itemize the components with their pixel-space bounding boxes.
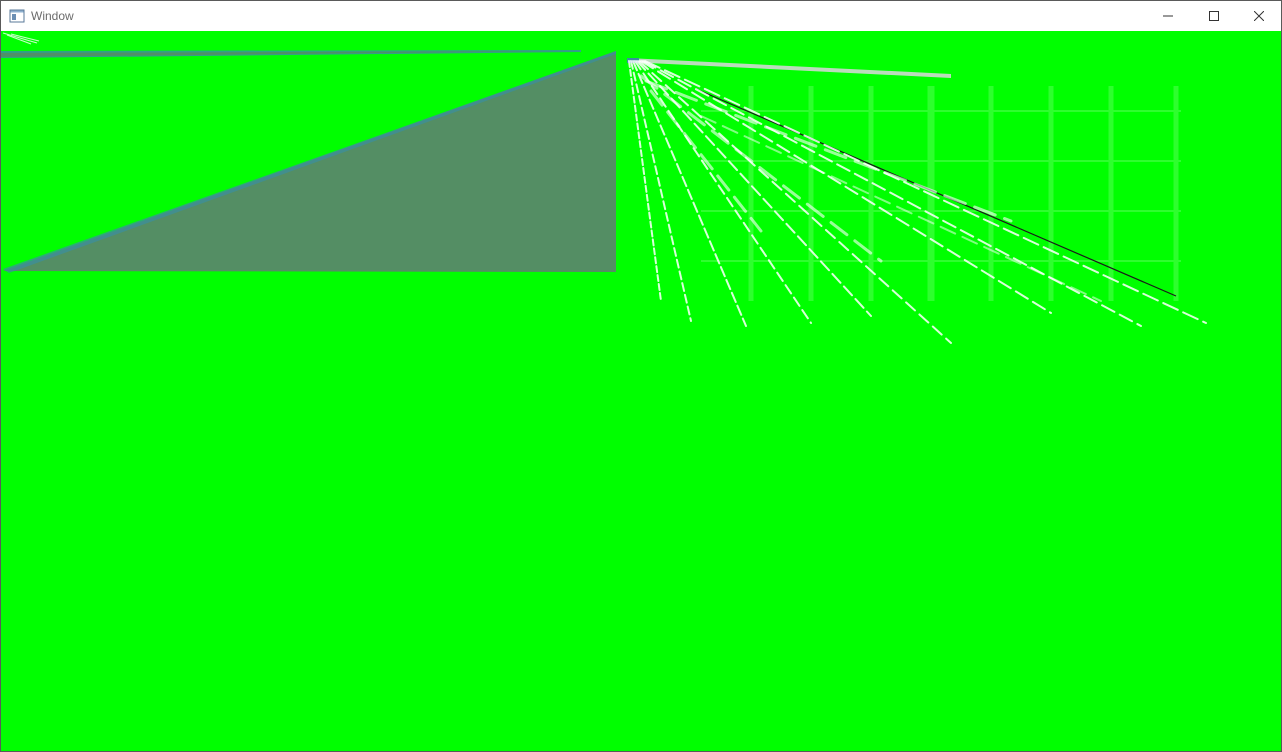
app-window: Window (0, 0, 1282, 752)
corner-speckles (2, 32, 40, 45)
minimize-button[interactable] (1145, 1, 1191, 31)
window-title: Window (31, 9, 74, 23)
title-bar[interactable]: Window (1, 1, 1281, 31)
maximize-icon (1209, 11, 1219, 21)
faint-grid (701, 86, 1181, 301)
close-button[interactable] (1236, 1, 1281, 31)
close-icon (1254, 11, 1264, 21)
render-viewport[interactable] (1, 31, 1281, 751)
render-canvas (1, 32, 1207, 344)
streak-fan (628, 60, 1207, 344)
maximize-button[interactable] (1191, 1, 1237, 31)
window-app-icon (9, 9, 25, 23)
minimize-icon (1163, 15, 1173, 17)
